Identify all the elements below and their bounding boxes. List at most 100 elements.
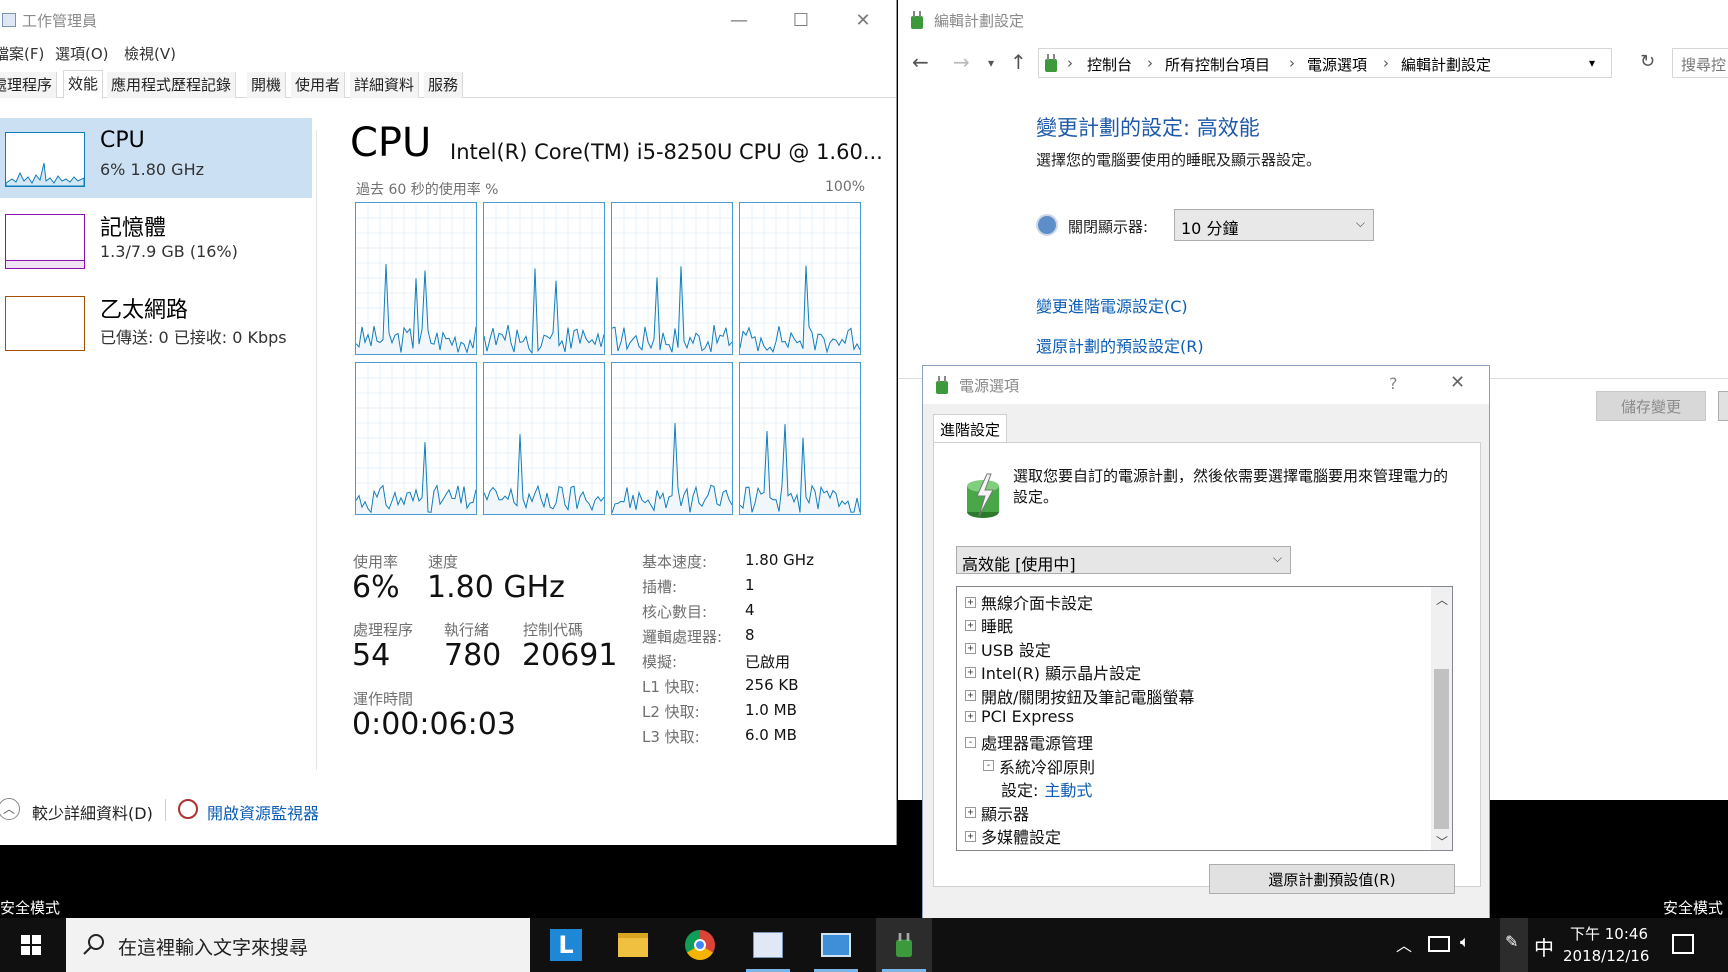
tree-item[interactable]: + 開啟/關閉按鈕及筆記電腦螢幕 <box>965 684 1194 708</box>
tab-performance[interactable]: 效能 <box>63 70 104 99</box>
recent-pages-chevron-icon[interactable]: ▾ <box>988 56 994 70</box>
advanced-power-settings-link[interactable]: 變更進階電源設定(C) <box>1036 293 1188 317</box>
close-button[interactable]: ✕ <box>834 0 892 40</box>
tab-advanced-settings[interactable]: 進階設定 <box>933 414 1008 442</box>
expand-icon[interactable]: + <box>965 666 976 678</box>
tree-item[interactable]: + 多媒體設定 <box>965 824 1061 848</box>
sidebar-item-cpu[interactable]: CPU 6% 1.80 GHz <box>0 118 312 198</box>
collapse-icon[interactable]: - <box>983 760 994 772</box>
breadcrumb-separator-icon: › <box>1067 54 1073 72</box>
search-input[interactable]: 搜尋控 <box>1672 48 1728 78</box>
volume-muted-icon[interactable]: 🔈︎ <box>1460 932 1470 952</box>
tree-item[interactable]: + PCI Express <box>965 707 1074 726</box>
collapse-icon[interactable]: - <box>965 736 976 748</box>
taskbar-app-l[interactable]: L <box>538 918 594 972</box>
show-hidden-icons-chevron-icon[interactable]: ︿ <box>1396 932 1412 956</box>
fewer-details-button[interactable]: 較少詳細資料(D) <box>32 800 153 824</box>
breadcrumb-all-items[interactable]: 所有控制台項目 <box>1165 54 1270 75</box>
menu-view[interactable]: 檢視(V) <box>124 43 176 64</box>
power-plug-icon <box>936 376 948 394</box>
taskbar-app-chrome[interactable] <box>672 918 728 972</box>
title-bar[interactable]: 電源選項 ? ✕ <box>923 366 1489 404</box>
maximize-button[interactable]: ☐ <box>772 0 830 40</box>
back-arrow-icon[interactable]: ← <box>912 50 929 74</box>
expand-icon[interactable]: + <box>965 619 976 631</box>
turn-off-display-select[interactable]: 10 分鐘 ⌵ <box>1174 209 1374 241</box>
expand-icon[interactable]: + <box>965 711 976 722</box>
tree-item-value[interactable]: 主動式 <box>1044 777 1092 801</box>
graph-max-label: 100% <box>825 179 866 195</box>
expand-icon[interactable]: + <box>965 807 976 819</box>
tab-app-history[interactable]: 應用程式歷程記錄 <box>107 72 237 98</box>
tree-item[interactable]: + 無線介面卡設定 <box>965 590 1093 614</box>
tree-item[interactable]: + Intel(R) 顯示晶片設定 <box>965 660 1141 684</box>
sidebar-ethernet-detail: 已傳送: 0 已接收: 0 Kbps <box>100 328 287 347</box>
menu-file[interactable]: 檔案(F) <box>0 43 44 64</box>
expand-icon[interactable]: + <box>965 596 976 608</box>
close-icon[interactable]: ✕ <box>1450 372 1465 393</box>
save-changes-button[interactable]: 儲存變更 <box>1596 391 1706 421</box>
refresh-icon[interactable]: ↻ <box>1640 51 1655 72</box>
scroll-thumb[interactable] <box>1434 669 1449 829</box>
minimize-button[interactable]: — <box>710 0 768 40</box>
breadcrumb-power-options[interactable]: 電源選項 <box>1307 54 1367 75</box>
clock-time[interactable]: 下午 10:46 <box>1570 923 1648 944</box>
tree-item[interactable]: + USB 設定 <box>965 637 1051 661</box>
taskbar-app-control-panel[interactable] <box>808 918 864 972</box>
up-arrow-icon[interactable]: ↑ <box>1010 50 1027 74</box>
action-center-icon[interactable] <box>1672 934 1694 954</box>
forward-arrow-icon[interactable]: → <box>953 50 970 74</box>
title-bar[interactable]: 工作管理員 — ☐ ✕ <box>0 0 896 40</box>
power-options-dialog: 電源選項 ? ✕ 進階設定 選取您要自訂的電源計劃，然後依需要選擇電腦要用來管理… <box>922 365 1490 970</box>
taskbar-app-task-manager[interactable] <box>740 918 796 972</box>
power-plan-select[interactable]: 高效能 [使用中] ⌵ <box>956 546 1291 574</box>
restore-plan-defaults-button[interactable]: 還原計劃預設值(R) <box>1209 864 1455 894</box>
network-icon[interactable] <box>1428 936 1450 952</box>
breadcrumb-control-panel[interactable]: 控制台 <box>1087 54 1132 75</box>
sidebar-item-ethernet[interactable]: 乙太網路 已傳送: 0 已接收: 0 Kbps <box>0 282 312 362</box>
address-dropdown-icon[interactable]: ▾ <box>1589 56 1595 70</box>
ime-indicator[interactable]: 中 <box>1534 932 1554 961</box>
clock-date[interactable]: 2018/12/16 <box>1563 947 1649 965</box>
help-button[interactable]: ? <box>1389 374 1398 393</box>
tree-item[interactable]: 設定: 主動式 <box>1001 777 1092 801</box>
cpu-detail-label: 核心數目: <box>642 603 708 621</box>
cpu-detail-value: 1.0 MB <box>745 701 797 719</box>
expand-icon[interactable]: + <box>965 643 976 655</box>
tree-item[interactable]: + 睡眠 <box>965 613 1013 637</box>
tab-details[interactable]: 詳細資料 <box>350 72 420 98</box>
chevron-up-icon[interactable]: ︿ <box>0 798 20 820</box>
expand-icon[interactable]: + <box>965 690 976 702</box>
cpu-detail-label: 模擬: <box>642 653 678 671</box>
expand-icon[interactable]: + <box>965 830 976 842</box>
pen-workspace-button[interactable]: ✎ <box>1500 918 1528 972</box>
logical-processor-graph <box>611 362 733 515</box>
tab-processes[interactable]: 處理程序 <box>0 72 58 98</box>
cancel-button-edge[interactable] <box>1718 391 1728 421</box>
control-panel-icon <box>821 933 851 957</box>
menu-options[interactable]: 選項(O) <box>55 43 109 64</box>
l-app-icon: L <box>550 929 582 961</box>
tree-scrollbar[interactable]: ︿ ﹀ <box>1431 587 1452 850</box>
address-bar[interactable]: › 控制台 › 所有控制台項目 › 電源選項 › 編輯計劃設定 ▾ <box>1038 48 1612 78</box>
cpu-detail-value: 4 <box>745 601 755 619</box>
breadcrumb-edit-plan[interactable]: 編輯計劃設定 <box>1401 54 1491 75</box>
windows-start-icon[interactable] <box>21 935 41 955</box>
scroll-up-icon[interactable]: ︿ <box>1436 591 1448 608</box>
sidebar-memory-detail: 1.3/7.9 GB (16%) <box>100 242 238 261</box>
tab-services[interactable]: 服務 <box>424 72 464 98</box>
cpu-detail-value: 已啟用 <box>745 653 791 671</box>
title-bar[interactable]: 編輯計劃設定 <box>898 0 1728 40</box>
tab-startup[interactable]: 開機 <box>247 72 287 98</box>
restore-defaults-link[interactable]: 還原計劃的預設設定(R) <box>1036 333 1204 357</box>
tab-users[interactable]: 使用者 <box>291 72 346 98</box>
taskbar-app-file-explorer[interactable] <box>605 918 661 972</box>
tree-item[interactable]: - 系統冷卻原則 <box>983 754 1095 778</box>
scroll-down-icon[interactable]: ﹀ <box>1436 833 1448 850</box>
open-resource-monitor-link[interactable]: 開啟資源監視器 <box>207 800 319 824</box>
tree-item[interactable]: - 處理器電源管理 <box>965 730 1093 754</box>
tree-item[interactable]: + 顯示器 <box>965 801 1029 825</box>
taskbar-search-box[interactable]: 在這裡輸入文字來搜尋 <box>66 918 530 972</box>
taskbar-app-power-options[interactable] <box>876 918 932 972</box>
sidebar-item-memory[interactable]: 記憶體 1.3/7.9 GB (16%) <box>0 200 312 280</box>
